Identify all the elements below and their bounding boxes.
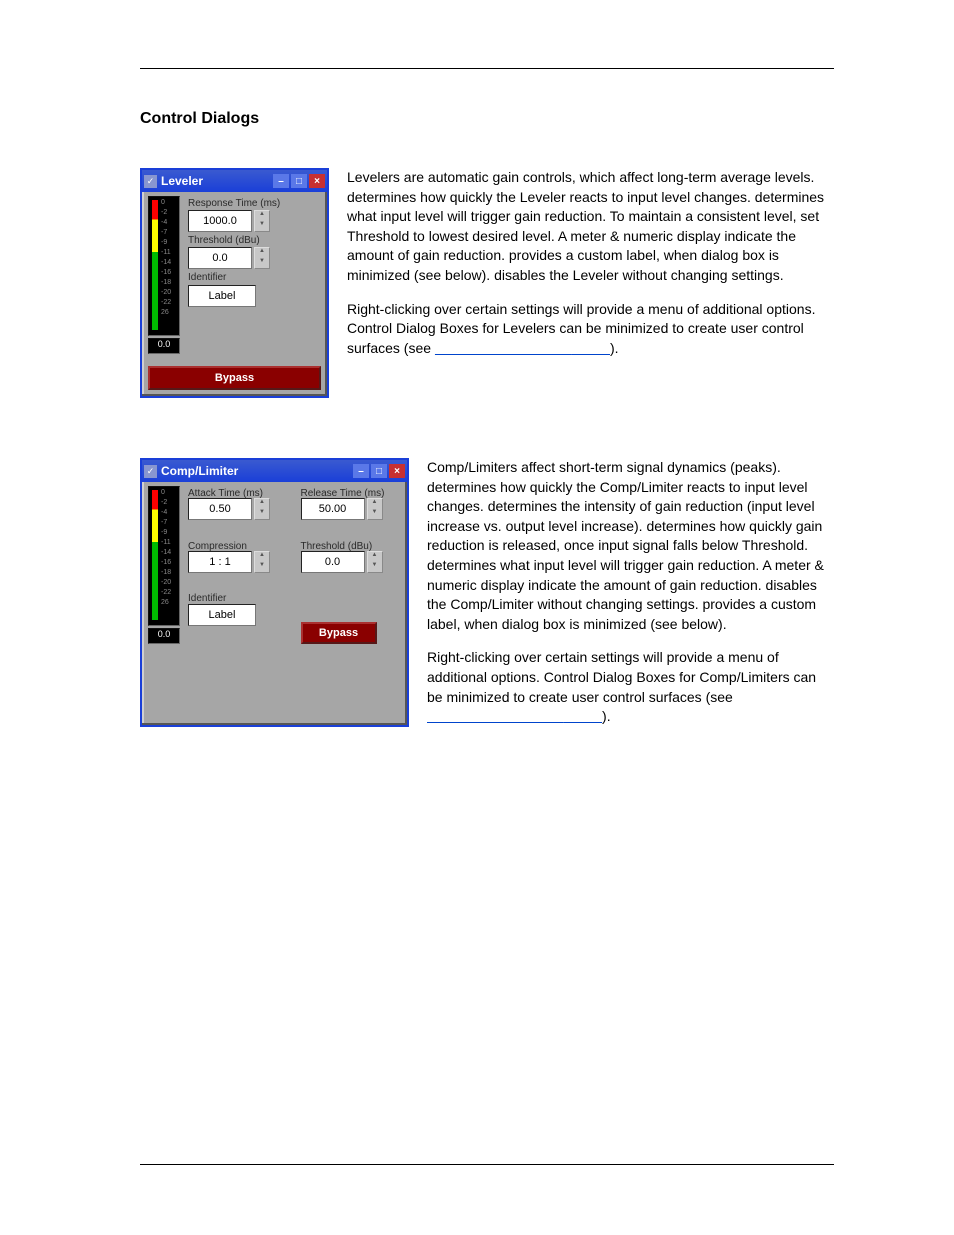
comp-title: Comp/Limiter — [159, 464, 351, 478]
check-icon[interactable]: ✓ — [144, 465, 157, 478]
maximize-button[interactable]: □ — [371, 464, 387, 478]
release-field[interactable] — [301, 498, 365, 520]
attack-field[interactable] — [188, 498, 252, 520]
check-icon[interactable]: ✓ — [144, 175, 157, 188]
identifier-field[interactable] — [188, 604, 256, 626]
release-stepper[interactable]: ▲▼ — [367, 498, 383, 520]
threshold-label: Threshold (dBu) — [188, 235, 323, 246]
link-placeholder[interactable] — [435, 340, 571, 356]
comp-titlebar[interactable]: ✓ Comp/Limiter – □ × — [142, 460, 407, 482]
threshold-field[interactable] — [301, 551, 365, 573]
identifier-label: Identifier — [188, 593, 291, 604]
threshold-field[interactable] — [188, 247, 252, 269]
bypass-button[interactable]: Bypass — [301, 622, 377, 644]
gain-meter: 0-2-4 -7-9-11 -14-16-18 -20-2226 — [148, 196, 180, 336]
comp-limiter-dialog: ✓ Comp/Limiter – □ × 0-2-4 -7-9-11 -14-1… — [140, 458, 409, 727]
leveler-dialog: ✓ Leveler – □ × 0-2-4 -7-9-11 -14-16-18 … — [140, 168, 329, 398]
threshold-stepper[interactable]: ▲▼ — [367, 551, 383, 573]
compression-field[interactable] — [188, 551, 252, 573]
minimize-button[interactable]: – — [353, 464, 369, 478]
leveler-description: Levelers are automatic gain controls, wh… — [347, 168, 834, 398]
meter-readout: 0.0 — [148, 628, 180, 644]
response-stepper[interactable]: ▲▼ — [254, 210, 270, 232]
leveler-title: Leveler — [159, 174, 271, 188]
gain-meter: 0-2-4 -7-9-11 -14-16-18 -20-2226 — [148, 486, 180, 626]
minimize-button[interactable]: – — [273, 174, 289, 188]
close-button[interactable]: × — [309, 174, 325, 188]
maximize-button[interactable]: □ — [291, 174, 307, 188]
link-placeholder[interactable] — [427, 708, 563, 724]
meter-readout: 0.0 — [148, 338, 180, 354]
bypass-button[interactable]: Bypass — [148, 366, 321, 390]
leveler-titlebar[interactable]: ✓ Leveler – □ × — [142, 170, 327, 192]
identifier-field[interactable] — [188, 285, 256, 307]
page-title: Control Dialogs — [140, 110, 834, 128]
attack-stepper[interactable]: ▲▼ — [254, 498, 270, 520]
link-placeholder[interactable] — [563, 708, 602, 724]
close-button[interactable]: × — [389, 464, 405, 478]
meter-ticks: 0-2-4 -7-9-11 -14-16-18 -20-2226 — [161, 489, 171, 609]
response-time-label: Response Time (ms) — [188, 198, 323, 209]
response-time-field[interactable] — [188, 210, 252, 232]
threshold-stepper[interactable]: ▲▼ — [254, 247, 270, 269]
compression-stepper[interactable]: ▲▼ — [254, 551, 270, 573]
meter-ticks: 0-2-4 -7-9-11 -14-16-18 -20-2226 — [161, 199, 171, 319]
comp-description: Comp/Limiters affect short-term signal d… — [427, 458, 834, 727]
identifier-label: Identifier — [188, 272, 323, 283]
link-placeholder[interactable] — [571, 340, 610, 356]
